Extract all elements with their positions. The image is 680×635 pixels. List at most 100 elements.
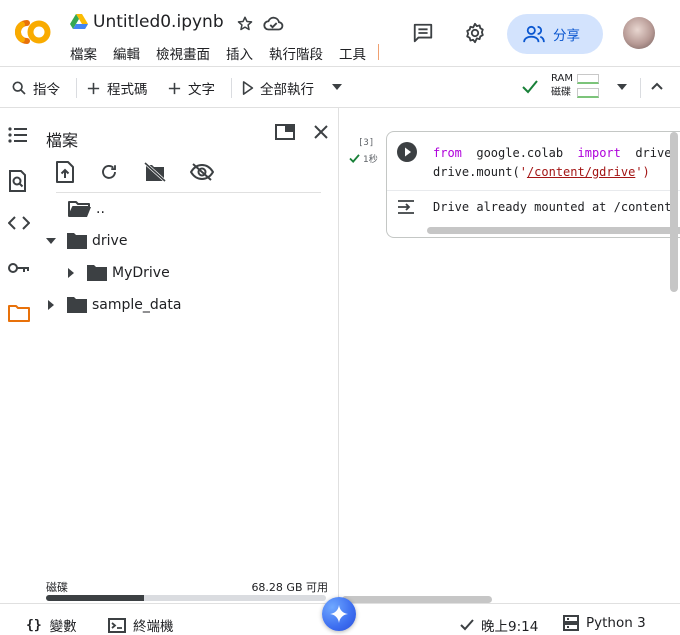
notebook-area: [3] 1秒 from google.colab import drive dr… bbox=[340, 108, 680, 603]
play-outline-icon bbox=[242, 81, 254, 95]
plus-icon bbox=[87, 82, 100, 94]
notebook-title[interactable]: Untitled0.ipynb bbox=[93, 12, 224, 32]
find-icon[interactable] bbox=[8, 170, 28, 192]
code-keyword: from bbox=[433, 146, 462, 160]
execution-count: [3] bbox=[358, 138, 375, 148]
files-panel: 檔案 .. drive MyDrive sample_data 磁碟 68.28 bbox=[38, 108, 339, 603]
notebook-vertical-scrollbar[interactable] bbox=[670, 132, 678, 292]
caret-down-icon[interactable] bbox=[44, 237, 58, 245]
play-circle-icon bbox=[397, 142, 417, 162]
notebook-horizontal-scrollbar[interactable] bbox=[342, 596, 492, 603]
menu-view[interactable]: 檢視畫面 bbox=[156, 43, 210, 63]
add-code-button[interactable]: 程式碼 bbox=[86, 78, 148, 98]
refresh-icon[interactable] bbox=[100, 163, 118, 181]
variables-label: 變數 bbox=[49, 619, 77, 635]
files-panel-title: 檔案 bbox=[46, 131, 79, 150]
runtime-label: Python 3 bbox=[586, 615, 646, 631]
header: Untitled0.ipynb 檔案 編輯 檢視畫面 插入 執行階段 工具 分享 bbox=[0, 0, 680, 66]
folder-open-icon bbox=[68, 201, 91, 217]
caret-right-icon[interactable] bbox=[64, 268, 78, 278]
caret-down-icon bbox=[617, 84, 627, 90]
terminal-label: 終端機 bbox=[133, 619, 174, 635]
tree-item-drive[interactable]: drive bbox=[44, 232, 127, 250]
runtime-dropdown[interactable] bbox=[617, 84, 633, 90]
ram-label: RAM bbox=[551, 73, 574, 84]
braces-icon: {} bbox=[26, 617, 42, 633]
menu-insert[interactable]: 插入 bbox=[226, 43, 253, 63]
google-drive-icon[interactable] bbox=[70, 14, 88, 30]
code-quote: ' bbox=[519, 165, 527, 179]
add-text-button[interactable]: 文字 bbox=[167, 78, 215, 98]
tree-item-label: MyDrive bbox=[112, 265, 170, 281]
unmount-drive-icon[interactable] bbox=[144, 162, 166, 182]
code-editor[interactable]: from google.colab import drive drive.mou… bbox=[433, 144, 671, 182]
open-in-tab-icon[interactable] bbox=[275, 124, 295, 140]
connected-check-icon bbox=[522, 80, 544, 94]
star-icon[interactable] bbox=[236, 15, 254, 33]
search-icon bbox=[12, 81, 26, 95]
comment-icon[interactable] bbox=[412, 22, 434, 44]
user-avatar[interactable] bbox=[623, 17, 655, 49]
check-icon bbox=[460, 619, 474, 631]
gear-icon[interactable] bbox=[464, 22, 486, 44]
runtime-info[interactable]: Python 3 bbox=[563, 615, 646, 631]
disk-usage-bar bbox=[46, 595, 326, 601]
folder-icon[interactable] bbox=[8, 304, 30, 322]
resource-monitor[interactable]: RAM 磁碟 bbox=[551, 72, 599, 100]
terminal-icon bbox=[108, 617, 126, 633]
output-actions-icon[interactable] bbox=[397, 199, 415, 215]
menu-overflow-divider bbox=[378, 44, 379, 60]
caret-down-icon bbox=[332, 84, 342, 90]
cell-output-divider bbox=[387, 190, 680, 191]
menu-file[interactable]: 檔案 bbox=[70, 43, 97, 63]
toolbar-divider bbox=[76, 78, 77, 98]
cell-horizontal-scrollbar[interactable] bbox=[427, 227, 680, 234]
key-icon[interactable] bbox=[8, 262, 30, 274]
server-icon bbox=[563, 615, 579, 631]
run-all-button[interactable]: 全部執行 bbox=[242, 78, 314, 98]
run-cell-button[interactable] bbox=[397, 142, 417, 162]
code-string: /content/gdrive bbox=[526, 165, 636, 179]
ram-meter bbox=[577, 74, 599, 84]
execution-time: 1秒 bbox=[363, 155, 378, 165]
command-palette-button[interactable]: 指令 bbox=[11, 78, 60, 98]
tree-item-sample-data[interactable]: sample_data bbox=[44, 296, 181, 314]
variables-button[interactable]: {} 變數 bbox=[26, 615, 77, 635]
run-all-dropdown[interactable] bbox=[332, 84, 348, 90]
share-button[interactable]: 分享 bbox=[507, 14, 603, 54]
menu-tools[interactable]: 工具 bbox=[339, 43, 366, 63]
tree-item-label: drive bbox=[92, 233, 128, 249]
left-rail bbox=[0, 108, 38, 603]
sparkle-icon bbox=[330, 605, 348, 623]
upload-icon[interactable] bbox=[56, 161, 74, 183]
folder-icon bbox=[87, 265, 107, 281]
menu-runtime[interactable]: 執行階段 bbox=[269, 43, 323, 63]
menu-bar: 檔案 編輯 檢視畫面 插入 執行階段 工具 bbox=[70, 43, 379, 63]
code-name: drive bbox=[635, 146, 672, 160]
disk-free-text: 68.28 GB 可用 bbox=[251, 581, 328, 594]
colab-logo[interactable] bbox=[10, 14, 54, 50]
last-run-status[interactable]: 晚上9:14 bbox=[460, 615, 538, 635]
menu-edit[interactable]: 編輯 bbox=[113, 43, 140, 63]
gemini-button[interactable] bbox=[322, 597, 356, 631]
hide-files-icon[interactable] bbox=[190, 163, 214, 181]
last-run-time: 晚上9:14 bbox=[481, 619, 539, 635]
tree-item-label: .. bbox=[96, 201, 105, 217]
terminal-button[interactable]: 終端機 bbox=[108, 615, 174, 635]
tree-item-parent[interactable]: .. bbox=[46, 200, 105, 218]
caret-right-icon[interactable] bbox=[44, 300, 58, 310]
tree-item-mydrive[interactable]: MyDrive bbox=[64, 264, 170, 282]
code-cell[interactable]: from google.colab import drive drive.mou… bbox=[386, 131, 680, 238]
check-icon bbox=[349, 154, 360, 163]
disk-label: 磁碟 bbox=[551, 87, 571, 98]
close-icon[interactable] bbox=[314, 125, 328, 139]
code-call: drive.mount( bbox=[433, 165, 520, 179]
collapse-header-button[interactable] bbox=[651, 82, 669, 90]
disk-usage-fill bbox=[46, 595, 144, 601]
disk-usage-label: 磁碟 bbox=[46, 581, 68, 594]
cloud-saved-icon[interactable] bbox=[262, 14, 284, 34]
code-keyword: import bbox=[577, 146, 621, 160]
code-snippets-icon[interactable] bbox=[8, 216, 30, 230]
table-of-contents-icon[interactable] bbox=[8, 126, 28, 144]
code-quote: ') bbox=[635, 165, 650, 179]
